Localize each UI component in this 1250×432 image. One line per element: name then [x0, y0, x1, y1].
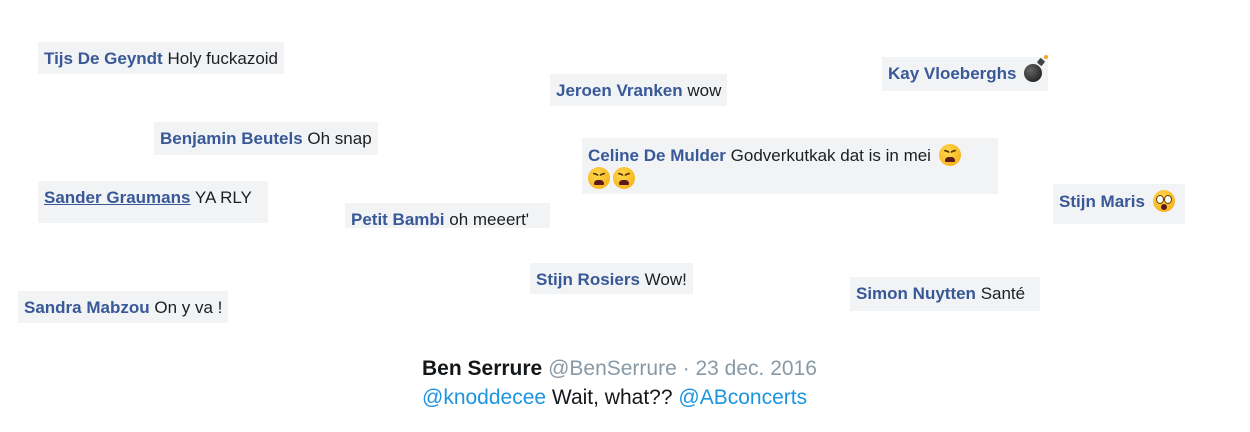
comment-text: Oh snap: [307, 129, 372, 148]
comment-bubble: Tijs De Geyndt Holy fuckazoid: [38, 42, 285, 74]
comment-bubble: Simon Nuytten Santé: [850, 277, 1040, 311]
comment-text: YA RLY: [194, 188, 252, 207]
comment-author-link[interactable]: Stijn Rosiers: [536, 270, 640, 289]
comment-text: Wow!: [644, 270, 687, 289]
comment-author-link[interactable]: Benjamin Beutels: [160, 129, 303, 148]
comment-bubble: Celine De Mulder Godverkutkak dat is in …: [582, 138, 998, 194]
comment-bubble: Petit Bambi oh meeert': [345, 203, 550, 228]
comment-author-link[interactable]: Simon Nuytten: [856, 284, 976, 303]
comment-text: Santé: [980, 284, 1026, 303]
tweet-date[interactable]: 23 dec. 2016: [695, 357, 816, 380]
tweet-body: @knoddecee Wait, what?? @ABconcerts: [422, 383, 817, 412]
tweet-separator: ·: [682, 357, 690, 380]
comment-bubble: Benjamin Beutels Oh snap: [154, 122, 378, 155]
astonished-face-icon: [1152, 190, 1175, 212]
comment-author-link[interactable]: Sander Graumans: [44, 188, 190, 207]
comment-bubble: Stijn Rosiers Wow!: [530, 263, 693, 294]
tweet-handle[interactable]: @BenSerrure: [548, 357, 677, 380]
comment-text: Holy fuckazoid: [167, 49, 279, 68]
tired-face-icon: [613, 167, 635, 189]
comment-bubble: Sandra Mabzou On y va !: [18, 291, 229, 323]
comment-bubble: Kay Vloeberghs: [882, 55, 1049, 91]
comment-bubble: Stijn Maris: [1053, 184, 1185, 224]
comment-author-link[interactable]: Kay Vloeberghs: [888, 64, 1017, 83]
comment-bubble: Jeroen Vranken wow: [550, 74, 728, 106]
comment-author-link[interactable]: Sandra Mabzou: [24, 298, 150, 317]
tweet-header: Ben Serrure @BenSerrure · 23 dec. 2016: [422, 354, 817, 383]
comment-author-link[interactable]: Stijn Maris: [1059, 192, 1145, 211]
comment-text: On y va !: [154, 298, 223, 317]
bomb-icon: [1024, 55, 1049, 82]
tired-face-icon: [588, 167, 610, 189]
tweet-author[interactable]: Ben Serrure: [422, 357, 542, 380]
comment-author-link[interactable]: Celine De Mulder: [588, 146, 726, 165]
tweet: Ben Serrure @BenSerrure · 23 dec. 2016 @…: [422, 354, 817, 412]
comment-text: wow: [687, 81, 722, 100]
comment-text: oh meeert': [449, 210, 530, 228]
comment-author-link[interactable]: Jeroen Vranken: [556, 81, 683, 100]
tired-face-icon: [938, 144, 961, 166]
tweet-mention[interactable]: @knoddecee: [422, 386, 546, 409]
comment-bubble: Sander Graumans YA RLY: [38, 181, 268, 223]
tweet-text: Wait, what??: [551, 386, 673, 409]
comment-author-link[interactable]: Tijs De Geyndt: [44, 49, 163, 68]
comment-author-link[interactable]: Petit Bambi: [351, 210, 445, 228]
comment-text: Godverkutkak dat is in mei: [730, 146, 931, 165]
tweet-mention[interactable]: @ABconcerts: [678, 386, 807, 409]
